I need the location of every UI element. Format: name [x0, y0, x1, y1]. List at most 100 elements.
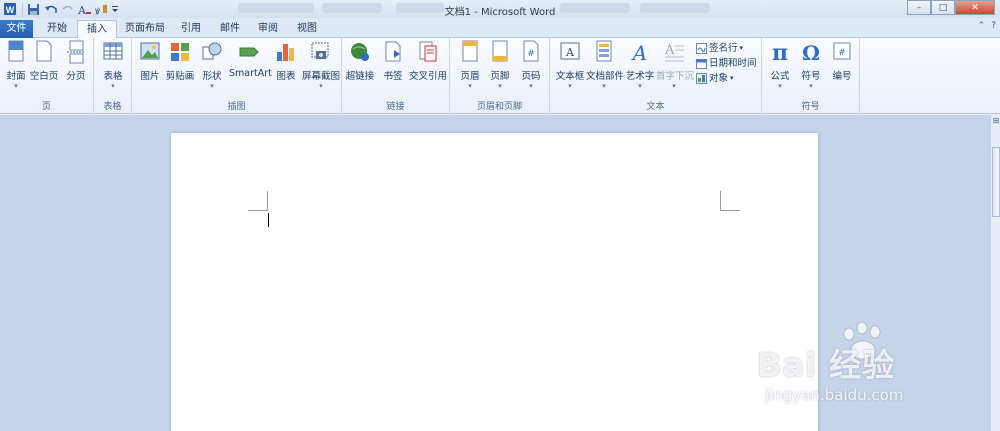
- group-links: 超链接 书签 交叉引用 链接: [342, 38, 450, 114]
- tab-home[interactable]: 开始: [38, 20, 76, 38]
- header-button[interactable]: 页眉 ▾: [454, 40, 486, 98]
- page-break-button[interactable]: 分页: [60, 40, 92, 98]
- screenshot-icon: [311, 42, 329, 59]
- numbering-icon: #: [833, 42, 851, 60]
- dropdown-arrow-icon: ▾: [468, 82, 472, 90]
- help-icon[interactable]: ?: [991, 21, 996, 31]
- dropdown-arrow-icon: ▾: [568, 82, 572, 90]
- pi-icon: π: [772, 40, 788, 64]
- svg-text:#: #: [838, 48, 846, 58]
- minimize-button[interactable]: –: [907, 0, 931, 15]
- dropdown-arrow-icon: ▾: [529, 82, 533, 90]
- dropdown-arrow-icon: ▾: [809, 82, 813, 90]
- group-label-header-footer: 页眉和页脚: [476, 102, 522, 112]
- hyperlink-icon: [351, 43, 369, 61]
- footer-button[interactable]: 页脚 ▾: [484, 40, 516, 98]
- quick-parts-icon: [596, 40, 612, 62]
- page-number-button[interactable]: # 页码 ▾: [515, 40, 547, 98]
- object-button[interactable]: 对象 ▾: [696, 72, 734, 85]
- tab-file[interactable]: 文件: [0, 20, 33, 38]
- dropdown-arrow-icon: ▾: [498, 82, 502, 90]
- svg-text:Ω: Ω: [802, 41, 820, 64]
- picture-icon: [140, 42, 160, 60]
- ribbon-tabs: 文件 开始 插入 页面布局 引用 邮件 审阅 视图 ⌃ ?: [0, 18, 1000, 39]
- tab-mailings[interactable]: 邮件: [211, 20, 249, 38]
- clip-art-button[interactable]: 剪贴画: [164, 40, 196, 98]
- page-number-icon: #: [523, 40, 539, 62]
- header-icon: [462, 40, 478, 62]
- clip-art-icon: [171, 43, 189, 61]
- group-label-text: 文本: [646, 102, 665, 112]
- svg-text:A: A: [565, 46, 575, 59]
- tab-view[interactable]: 视图: [288, 20, 326, 38]
- dropdown-arrow-icon: ▾: [638, 82, 642, 90]
- drop-cap-button[interactable]: A 首字下沉 ▾: [656, 40, 694, 98]
- group-header-footer: 页眉 ▾ 页脚 ▾ # 页码 ▾ 页眉和页脚: [450, 38, 550, 114]
- title-bar: W A ꝟ 文档1 - Microsoft Word – □ ✕: [0, 0, 1000, 18]
- help-controls: ⌃ ?: [978, 21, 996, 31]
- document-page[interactable]: [171, 133, 818, 431]
- hyperlink-button[interactable]: 超链接: [344, 40, 376, 98]
- drop-cap-icon: A: [664, 43, 684, 62]
- signature-line-button[interactable]: 签名行 ▾: [696, 42, 743, 55]
- group-label-symbols: 符号: [801, 102, 820, 112]
- dropdown-arrow-icon: ▾: [672, 82, 676, 90]
- tab-page-layout[interactable]: 页面布局: [116, 20, 174, 38]
- equation-button[interactable]: π 公式 ▾: [764, 40, 796, 98]
- signature-line-icon: [696, 43, 707, 54]
- calendar-icon: [696, 59, 707, 69]
- page-break-icon: [67, 40, 85, 64]
- text-box-button[interactable]: A 文本框 ▾: [554, 40, 586, 98]
- window-title: 文档1 - Microsoft Word: [444, 7, 556, 18]
- numbering-button[interactable]: # 编号: [826, 40, 858, 98]
- vertical-scrollbar[interactable]: ⊞: [990, 115, 1000, 431]
- picture-button[interactable]: 图片: [134, 40, 166, 98]
- chart-icon: [277, 44, 294, 61]
- shapes-icon: [202, 42, 222, 60]
- chart-button[interactable]: 图表: [270, 40, 302, 98]
- dropdown-arrow-icon: ▾: [210, 82, 214, 90]
- crop-mark-top-left: [248, 191, 268, 211]
- date-time-button[interactable]: 日期和时间: [696, 57, 757, 70]
- text-cursor: [268, 213, 269, 227]
- group-label-links: 链接: [386, 102, 405, 112]
- document-area[interactable]: [0, 115, 990, 431]
- collapse-ribbon-icon[interactable]: ⌃: [978, 21, 986, 31]
- smartart-icon: [239, 47, 259, 57]
- scrollbar-thumb[interactable]: [992, 147, 1000, 217]
- tab-insert[interactable]: 插入: [77, 20, 117, 39]
- wordart-button[interactable]: A 艺术字 ▾: [624, 40, 656, 98]
- dropdown-arrow-icon: ▾: [319, 82, 323, 90]
- cross-reference-button[interactable]: 交叉引用: [408, 40, 448, 98]
- svg-text:#: #: [527, 49, 535, 59]
- group-label-pages: 页: [41, 102, 51, 112]
- table-icon: [103, 42, 123, 60]
- bookmark-button[interactable]: 书签: [377, 40, 409, 98]
- text-box-icon: A: [560, 42, 580, 60]
- svg-text:π: π: [772, 40, 788, 64]
- dropdown-arrow-icon: ▾: [111, 82, 115, 90]
- symbol-button[interactable]: Ω 符号 ▾: [795, 40, 827, 98]
- group-symbols: π 公式 ▾ Ω 符号 ▾ # 编号 符号: [762, 38, 860, 114]
- cross-reference-icon: [419, 41, 437, 62]
- blank-page-button[interactable]: 空白页: [28, 40, 60, 98]
- ruler-toggle-icon[interactable]: ⊞: [991, 116, 1000, 128]
- quick-parts-button[interactable]: 文档部件 ▾: [586, 40, 624, 98]
- close-button[interactable]: ✕: [955, 0, 995, 15]
- shapes-button[interactable]: 形状 ▾: [196, 40, 228, 98]
- wordart-icon: A: [631, 41, 647, 64]
- footer-icon: [492, 40, 508, 62]
- screenshot-button[interactable]: 屏幕截图 ▾: [302, 40, 340, 98]
- bookmark-icon: [385, 41, 401, 62]
- group-tables: 表格 ▾ 表格: [94, 38, 132, 114]
- smartart-button[interactable]: SmartArt: [229, 40, 272, 98]
- maximize-button[interactable]: □: [931, 0, 955, 15]
- group-pages: 封面 ▾ 空白页 分页 页: [0, 38, 94, 114]
- crop-mark-top-right: [720, 191, 740, 211]
- table-button[interactable]: 表格 ▾: [97, 40, 129, 98]
- dropdown-arrow-icon: ▾: [602, 82, 606, 90]
- tab-references[interactable]: 引用: [172, 20, 210, 38]
- omega-icon: Ω: [802, 41, 820, 64]
- object-icon: [696, 73, 707, 84]
- tab-review[interactable]: 审阅: [249, 20, 287, 38]
